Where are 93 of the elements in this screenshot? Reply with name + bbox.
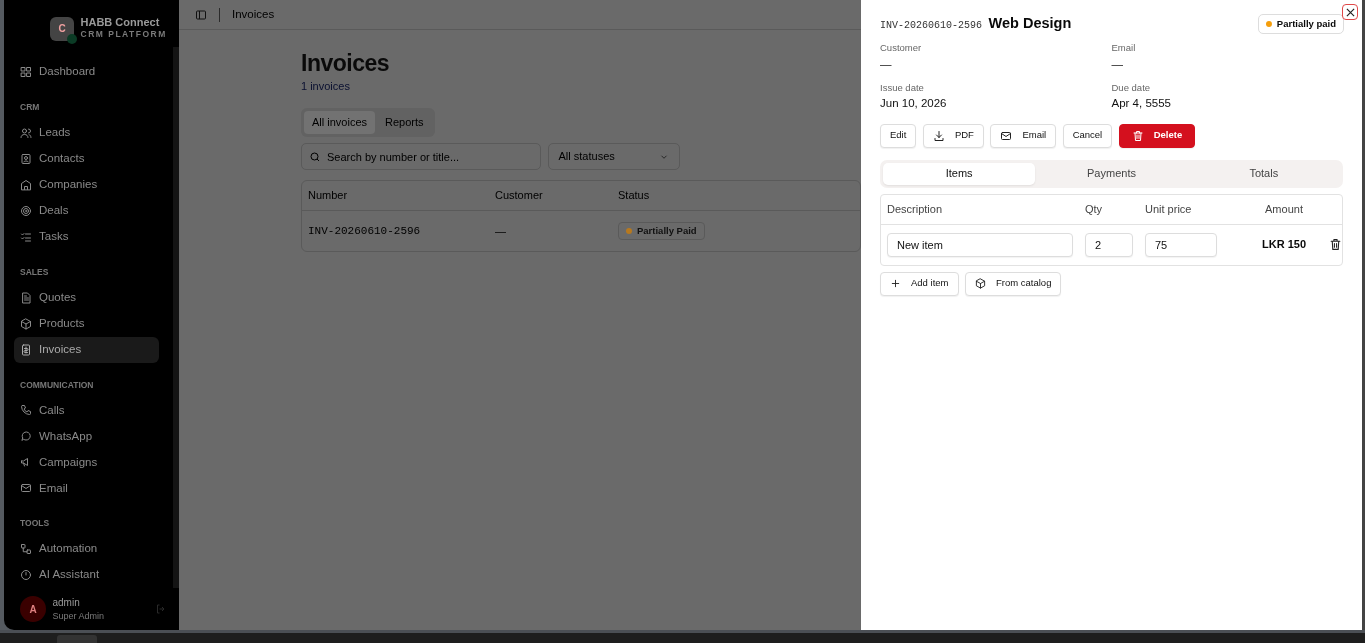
- sidebar-item[interactable]: Contacts: [14, 145, 159, 172]
- workflow-icon: [20, 543, 32, 555]
- section-heading: COMMUNICATION: [20, 378, 95, 392]
- sidebar-item[interactable]: Products: [14, 310, 159, 337]
- mail-icon: [20, 482, 32, 495]
- user-avatar: A: [20, 596, 46, 622]
- document-icon: [20, 291, 32, 304]
- cancel-button[interactable]: Cancel: [1062, 123, 1113, 148]
- table-cell-text: —: [495, 223, 507, 239]
- checklist-icon: [20, 230, 32, 243]
- tab[interactable]: Payments: [1035, 162, 1188, 185]
- trash-icon: [1329, 238, 1342, 251]
- brand-subtitle: CRM PLATFORM: [80, 28, 167, 41]
- section-heading: SALES: [20, 265, 50, 279]
- contact-card-icon: [20, 152, 32, 165]
- section-heading: CRM: [20, 101, 41, 114]
- status-label: Partially paid: [1276, 16, 1336, 31]
- sidebar-item[interactable]: Calls: [14, 397, 159, 424]
- dashboard-icon: [20, 66, 32, 78]
- tab[interactable]: Reports: [377, 111, 432, 134]
- download-icon: [932, 129, 945, 142]
- field-value: Jun 10, 2026: [880, 96, 948, 111]
- sidebar-item[interactable]: Email: [14, 475, 159, 502]
- quantity-field[interactable]: 2: [1085, 232, 1133, 257]
- close-icon: [1345, 7, 1355, 17]
- status-dropdown[interactable]: All statuses: [547, 143, 680, 171]
- box-icon: [20, 317, 32, 330]
- edit-button[interactable]: Edit: [880, 123, 917, 148]
- field-value: Apr 4, 5555: [1111, 96, 1172, 111]
- field-label: Issue date: [880, 80, 925, 95]
- sidebar-toggle-icon[interactable]: [195, 8, 207, 21]
- amount-value: LKR 150: [1262, 238, 1306, 251]
- field-value: —: [880, 56, 893, 72]
- field-label: Customer: [880, 41, 923, 56]
- target-icon: [20, 204, 32, 217]
- search-icon: [309, 151, 321, 164]
- column-header: Status: [618, 188, 651, 204]
- tab[interactable]: Items: [883, 162, 1036, 185]
- sidebar-item[interactable]: Campaigns: [14, 449, 159, 476]
- invoice-number: INV-20260610-2596: [880, 19, 983, 33]
- sidebar-item[interactable]: Dashboard: [14, 59, 159, 85]
- column-header: Qty: [1085, 201, 1104, 217]
- field-value: —: [1111, 56, 1124, 72]
- phone-icon: [20, 404, 32, 417]
- plus-icon: [890, 278, 901, 289]
- tab[interactable]: Totals: [1187, 162, 1340, 185]
- breadcrumb: Invoices: [232, 6, 275, 22]
- column-header: Unit price: [1145, 201, 1193, 217]
- mail-icon: [1000, 129, 1013, 142]
- online-status-dot: [67, 33, 77, 44]
- sidebar-item[interactable]: Leads: [14, 119, 159, 146]
- unit-price-field[interactable]: 75: [1145, 232, 1217, 257]
- sidebar-item[interactable]: Companies: [14, 171, 159, 198]
- sidebar-item[interactable]: WhatsApp: [14, 423, 159, 450]
- email-button[interactable]: Email: [990, 123, 1057, 148]
- close-button[interactable]: [1342, 4, 1358, 20]
- sidebar-item[interactable]: Deals: [14, 197, 159, 224]
- page-title: Invoices: [301, 50, 391, 78]
- search-field[interactable]: Search by number or title...: [301, 143, 541, 171]
- add-item-button[interactable]: Add item: [880, 271, 959, 296]
- box-icon: [975, 278, 986, 289]
- invoice-title: Web Design: [988, 14, 1072, 33]
- status-label: Partially Paid: [637, 223, 697, 238]
- chat-bubble-icon: [20, 430, 32, 443]
- users-icon: [20, 126, 32, 139]
- invoice-count: 1 invoices: [301, 78, 351, 94]
- column-header: Customer: [495, 188, 544, 204]
- sidebar-item[interactable]: Tasks: [14, 223, 159, 250]
- delete-button[interactable]: Delete: [1118, 123, 1196, 148]
- tab[interactable]: All invoices: [304, 111, 376, 134]
- clock-icon: [20, 569, 32, 581]
- description-field[interactable]: New item: [887, 232, 1073, 257]
- pdf-button[interactable]: PDF: [922, 123, 984, 148]
- trash-icon: [1131, 129, 1144, 142]
- building-icon: [20, 178, 32, 191]
- delete-row-button[interactable]: [1329, 238, 1342, 251]
- sidebar-item[interactable]: Invoices: [14, 336, 159, 363]
- field-label: Email: [1111, 41, 1137, 56]
- from-catalog-button[interactable]: From catalog: [965, 271, 1062, 296]
- field-label: Due date: [1111, 80, 1152, 95]
- sidebar-item[interactable]: Automation: [14, 536, 159, 562]
- column-header: Amount: [1264, 201, 1304, 217]
- receipt-icon: [20, 343, 32, 356]
- section-heading: TOOLS: [20, 517, 51, 530]
- table-cell-text: INV-20260610-2596: [307, 223, 422, 239]
- column-header: Description: [886, 201, 944, 217]
- user-role: Super Admin: [52, 609, 106, 623]
- brand-logo: C: [50, 16, 74, 41]
- brand-name: HABB Connect: [80, 16, 161, 29]
- sidebar-item[interactable]: Quotes: [14, 284, 159, 311]
- user-name: admin: [52, 595, 81, 610]
- sidebar-item[interactable]: AI Assistant: [14, 562, 159, 588]
- column-header: Number: [307, 188, 349, 204]
